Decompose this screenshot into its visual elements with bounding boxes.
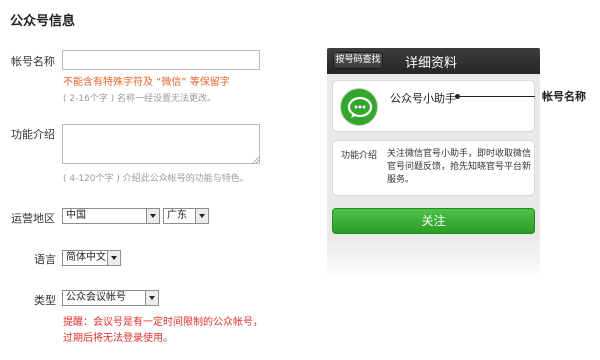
type-select[interactable]: 公众会议帐号 [62, 290, 159, 306]
phone-preview: 按号码查找 详细资料 公众号小助手 功能介绍 关注微信官号小助手，即时收取微信官… [327, 48, 540, 278]
country-select-value: 中国 [66, 210, 86, 221]
preview-topbar: 按号码查找 详细资料 [327, 48, 540, 74]
page-title: 公众号信息 [10, 14, 76, 29]
function-text: 关注微信官号小助手，即时收取微信官号问题反馈，抢先知晓官号平台新服务。 [387, 149, 532, 185]
phone-fade [327, 238, 540, 278]
chevron-down-icon [146, 209, 159, 223]
chevron-down-icon [107, 251, 120, 265]
province-select[interactable]: 广东 [163, 208, 209, 224]
resize-handle-icon[interactable] [253, 157, 259, 163]
language-select[interactable]: 简体中文 [62, 250, 121, 266]
description-wrapper [62, 124, 260, 164]
callout-label: 帐号名称 [542, 90, 586, 103]
description-textarea[interactable] [62, 124, 260, 164]
preview-account-name: 公众号小助手 [390, 92, 456, 105]
type-label: 类型 [34, 294, 56, 307]
type-warning-line1: 提醒：会议号是有一定时间限制的公众帐号， [63, 317, 263, 328]
chevron-down-icon [145, 291, 158, 305]
callout-line [457, 96, 535, 97]
wechat-logo-icon [340, 88, 378, 126]
follow-button[interactable]: 关注 [332, 208, 535, 234]
preview-title: 详细资料 [405, 56, 458, 71]
profile-card: 公众号小助手 [332, 80, 535, 132]
language-select-value: 简体中文 [66, 252, 106, 263]
region-label: 运营地区 [11, 212, 55, 225]
account-name-input[interactable] [62, 50, 260, 70]
back-button[interactable]: 按号码查找 [333, 52, 383, 69]
type-warning-line2: 过期后将无法登录使用。 [63, 333, 173, 344]
function-card: 功能介绍 关注微信官号小助手，即时收取微信官号问题反馈，抢先知晓官号平台新服务。 [332, 140, 535, 196]
country-select[interactable]: 中国 [62, 208, 160, 224]
province-select-value: 广东 [167, 210, 187, 221]
account-name-hint: ( 2-16个字 ) 名称一经设置无法更改。 [63, 94, 217, 104]
language-label: 语言 [34, 253, 56, 266]
chevron-down-icon [195, 209, 208, 223]
function-label: 功能介绍 [341, 151, 378, 161]
account-name-label: 帐号名称 [11, 55, 55, 68]
account-name-error: 不能含有特殊字符及 “微信” 等保留字 [63, 77, 230, 88]
description-label: 功能介绍 [11, 128, 55, 141]
description-hint: ( 4-120个字 ) 介绍此公众帐号的功能与特色。 [63, 174, 249, 184]
type-select-value: 公众会议帐号 [66, 292, 126, 303]
